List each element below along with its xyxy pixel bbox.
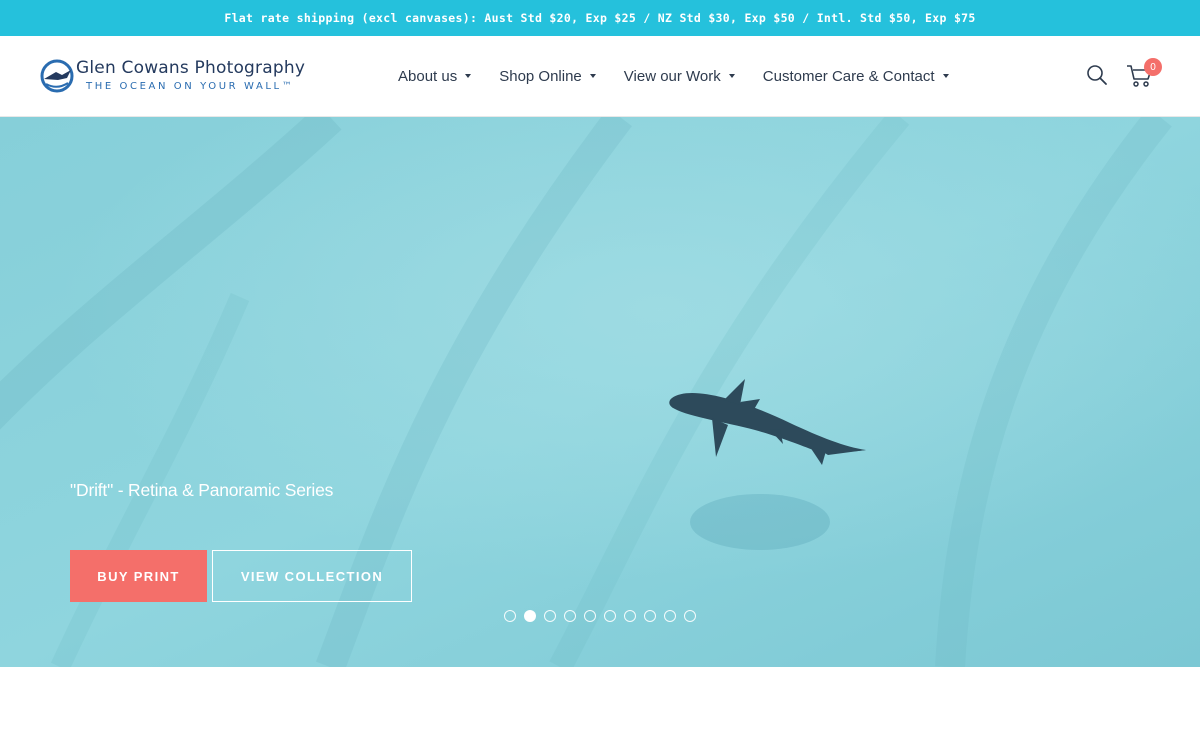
slider-dot-active[interactable] <box>524 610 536 622</box>
slide-caption: "Drift" - Retina & Panoramic Series <box>70 480 334 500</box>
slider-dot[interactable] <box>584 610 596 622</box>
buy-print-button[interactable]: BUY PRINT <box>70 550 207 602</box>
logo[interactable]: Glen Cowans Photography THE OCEAN ON YOU… <box>40 57 330 97</box>
logo-icon <box>40 59 74 93</box>
nav-about-us-label: About us <box>398 67 458 85</box>
search-icon[interactable] <box>1086 64 1108 86</box>
slider-dot[interactable] <box>544 610 556 622</box>
view-collection-button[interactable]: VIEW COLLECTION <box>212 550 412 602</box>
site-header: Glen Cowans Photography THE OCEAN ON YOU… <box>0 36 1200 117</box>
announcement-bar: Flat rate shipping (excl canvases): Aust… <box>0 0 1200 36</box>
nav-about-us[interactable]: About us <box>398 67 472 85</box>
slider-dot[interactable] <box>644 610 656 622</box>
slider-dot[interactable] <box>624 610 636 622</box>
nav-customer-care[interactable]: Customer Care & Contact <box>763 68 949 85</box>
caret-down-icon <box>942 74 949 78</box>
nav-view-our-work-label: View our Work <box>623 67 721 85</box>
nav-view-our-work[interactable]: View our Work <box>624 68 735 85</box>
caret-down-icon <box>589 74 596 78</box>
slider-dot[interactable] <box>664 610 676 622</box>
caret-down-icon <box>728 74 735 78</box>
slider-dot[interactable] <box>684 610 696 622</box>
hero-slider: "Drift" - Retina & Panoramic Series BUY … <box>0 117 1200 667</box>
slider-dots <box>504 610 704 622</box>
nav-shop-online[interactable]: Shop Online <box>499 68 596 85</box>
cart-count-badge: 0 <box>1144 58 1162 76</box>
slider-dot[interactable] <box>504 610 516 622</box>
caret-down-icon <box>465 74 472 78</box>
nav-shop-online-label: Shop Online <box>499 67 582 85</box>
main-nav: About us Shop Online View our Work Custo… <box>398 36 977 116</box>
logo-name: Glen Cowans Photography <box>76 58 306 78</box>
slider-dot[interactable] <box>604 610 616 622</box>
slider-dot[interactable] <box>564 610 576 622</box>
nav-customer-care-label: Customer Care & Contact <box>762 67 935 85</box>
logo-tagline: THE OCEAN ON YOUR WALL™ <box>86 81 295 92</box>
announcement-text: Flat rate shipping (excl canvases): Aust… <box>224 11 976 25</box>
